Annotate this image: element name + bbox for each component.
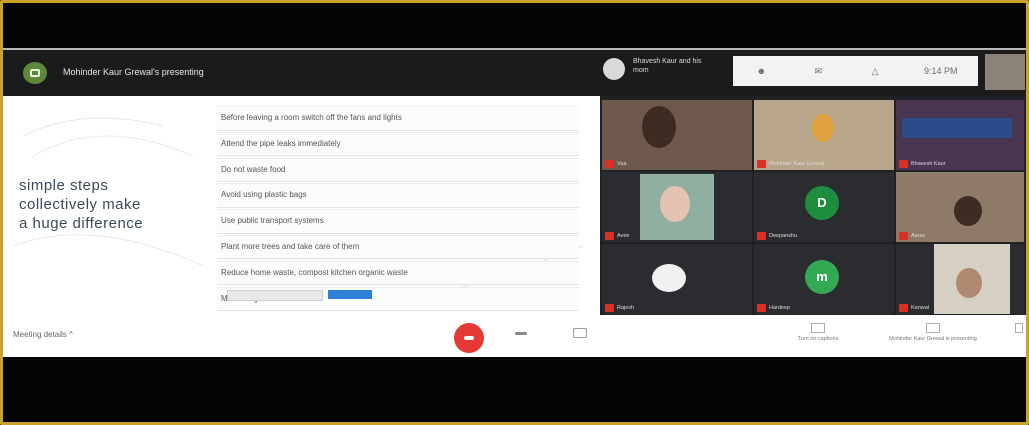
- end-call-button[interactable]: [454, 323, 484, 353]
- list-item: Avoid using plastic bags: [217, 183, 579, 208]
- meeting-header-bar: Mohinder Kaur Grewal's presenting Bhaves…: [3, 50, 1026, 96]
- chat-icon[interactable]: ✉: [810, 66, 826, 77]
- participant-name: Mohinder Kaur Grewal: [769, 161, 825, 167]
- presentation-slide: simple steps collectively make a huge di…: [3, 96, 600, 315]
- bottom-black-band: [3, 357, 1026, 422]
- participant-name: Deepanshu: [769, 233, 798, 239]
- mic-off-icon: [605, 304, 614, 312]
- slide-tagline: simple steps collectively make a huge di…: [19, 176, 143, 233]
- clock-time: 9:14 PM: [924, 66, 958, 76]
- slide-button: [328, 290, 372, 299]
- tagline-line-1: simple steps: [19, 177, 109, 194]
- mic-off-icon: [605, 160, 614, 168]
- camera-icon[interactable]: [573, 328, 587, 338]
- participant-name: Vaa: [617, 161, 627, 167]
- activities-icon[interactable]: △: [867, 66, 883, 77]
- participant-name: Bhavesh Kaur: [911, 161, 946, 167]
- mic-off-icon: [899, 232, 908, 240]
- participant-tile[interactable]: m Hardeep: [754, 244, 894, 314]
- participant-tile[interactable]: Mohinder Kaur Grewal: [754, 100, 894, 170]
- participant-tile[interactable]: Avee: [602, 172, 752, 242]
- tagline-line-3: a huge difference: [19, 215, 144, 232]
- meeting-controls-bar: Meeting details ^ Turn on captions Mohin…: [3, 315, 1026, 357]
- list-item: Attend the pipe leaks immediately: [217, 131, 579, 157]
- slide-input-box: [227, 290, 323, 301]
- more-options-button[interactable]: [1013, 323, 1025, 336]
- top-toolbar: ☻ ✉ △ 9:14 PM: [733, 56, 978, 86]
- top-black-band: [3, 3, 1026, 49]
- mic-off-icon: [605, 232, 614, 240]
- participant-tile[interactable]: Vaa: [602, 100, 752, 170]
- participant-tile[interactable]: Aarav: [896, 172, 1024, 242]
- self-avatar: [603, 58, 625, 80]
- avatar: m: [805, 260, 839, 294]
- mic-off-icon: [899, 160, 908, 168]
- captions-button[interactable]: Turn on captions: [783, 323, 853, 342]
- more-icon: [1015, 323, 1023, 333]
- meeting-details-button[interactable]: Meeting details ^: [13, 330, 73, 339]
- self-video-thumbnail[interactable]: [985, 54, 1025, 90]
- participant-name: Aarav: [911, 233, 926, 239]
- mic-off-icon: [757, 304, 766, 312]
- list-item: Do not waste food: [217, 157, 579, 183]
- list-item: Plant more trees and take care of them: [217, 234, 579, 260]
- captions-label: Turn on captions: [797, 336, 839, 342]
- participant-tile[interactable]: Kanwal: [896, 244, 1024, 314]
- captions-icon: [811, 323, 825, 333]
- avatar: D: [805, 186, 839, 220]
- steps-list: Before leaving a room switch off the fan…: [217, 106, 579, 312]
- list-item: Before leaving a room switch off the fan…: [217, 106, 579, 131]
- presenting-status: Mohinder Kaur Grewal's presenting: [63, 67, 204, 77]
- participant-tile[interactable]: Bhavesh Kaur: [896, 100, 1024, 170]
- presenting-label: Mohinder Kaur Grewal is presenting: [889, 336, 977, 342]
- tagline-line-2: collectively make: [19, 196, 141, 213]
- mic-off-icon: [757, 232, 766, 240]
- participant-grid: Vaa Mohinder Kaur Grewal Bhavesh Kaur Av…: [600, 96, 1026, 315]
- participant-name: Kanwal: [911, 305, 930, 311]
- presenting-button[interactable]: Mohinder Kaur Grewal is presenting: [883, 323, 983, 342]
- participant-tile[interactable]: D Deepanshu: [754, 172, 894, 242]
- present-screen-icon: [23, 62, 47, 84]
- list-item: Reduce home waste, compost kitchen organ…: [217, 260, 579, 286]
- people-icon[interactable]: ☻: [753, 66, 769, 76]
- present-icon: [926, 323, 940, 333]
- list-item: Use public transport systems: [217, 209, 579, 234]
- mic-off-icon: [757, 160, 766, 168]
- leave-call-icon[interactable]: [515, 332, 527, 335]
- participant-name: Hardeep: [769, 305, 791, 311]
- participant-name: Avee: [617, 233, 630, 239]
- mic-off-icon: [899, 304, 908, 312]
- participant-name: Rajesh: [617, 305, 635, 311]
- participant-tile[interactable]: Rajesh: [602, 244, 752, 314]
- self-name: Bhavesh Kaur and his mom: [633, 58, 702, 74]
